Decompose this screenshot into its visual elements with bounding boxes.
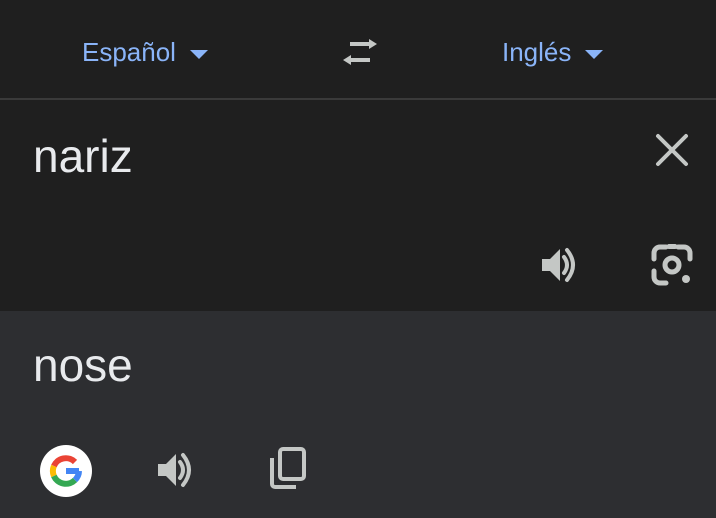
clear-input-button[interactable] (650, 128, 694, 172)
source-language-label: Español (82, 36, 176, 67)
dropdown-caret-icon (585, 49, 604, 59)
target-language-label: Inglés (502, 36, 572, 67)
google-search-button[interactable] (40, 445, 92, 497)
source-text-input[interactable]: nariz (33, 128, 133, 184)
camera-translate-button[interactable] (648, 241, 696, 289)
translated-text: nose (33, 339, 133, 391)
language-bar: Español Inglés (0, 0, 716, 100)
speaker-icon (542, 248, 575, 282)
swap-arrows-icon (343, 39, 377, 65)
source-language-selector[interactable]: Español (82, 30, 208, 74)
close-icon (656, 134, 688, 166)
google-logo-icon (49, 455, 82, 487)
lens-camera-icon (651, 244, 693, 286)
dropdown-caret-icon (189, 49, 208, 59)
listen-source-button[interactable] (536, 241, 584, 289)
target-language-selector[interactable]: Inglés (502, 30, 604, 74)
speaker-icon (158, 453, 191, 487)
listen-translation-button[interactable] (152, 446, 200, 494)
swap-languages-button[interactable] (336, 32, 384, 72)
copy-icon (270, 447, 306, 489)
copy-translation-button[interactable] (264, 444, 312, 492)
